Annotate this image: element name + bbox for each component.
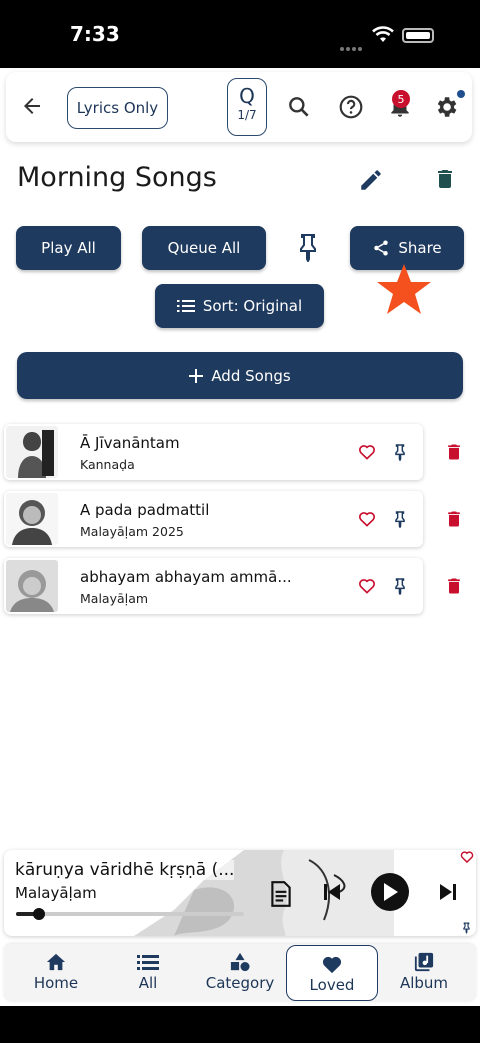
bottom-navigation: Home All Category Loved Album	[4, 944, 476, 1002]
nav-all[interactable]: All	[104, 944, 192, 1002]
page-title: Morning Songs	[17, 162, 217, 193]
heart-icon[interactable]	[358, 443, 376, 460]
notification-badge: 5	[392, 90, 410, 108]
edit-icon[interactable]	[358, 167, 384, 193]
queue-letter: Q	[239, 84, 255, 108]
heart-icon[interactable]	[358, 510, 376, 527]
song-row[interactable]: Ā Jīvanāntam Kannaḍa	[4, 424, 423, 480]
heart-icon[interactable]	[460, 850, 474, 863]
album-icon	[414, 952, 434, 972]
sort-label: Sort: Original	[202, 297, 303, 315]
category-icon	[230, 952, 250, 972]
status-time: 7:33	[70, 22, 120, 46]
song-row[interactable]: A pada padmattil Malayāḷam 2025	[4, 491, 423, 547]
help-icon[interactable]	[338, 94, 364, 120]
delete-song-icon[interactable]	[444, 575, 464, 597]
gear-icon[interactable]	[433, 94, 459, 120]
delete-song-icon[interactable]	[444, 508, 464, 530]
song-thumbnail	[6, 426, 58, 478]
pin-icon[interactable]	[462, 921, 471, 934]
song-title: Ā Jīvanāntam	[80, 434, 180, 452]
signal-icon	[340, 36, 364, 51]
previous-track-icon[interactable]	[322, 882, 342, 902]
player-subtitle: Malayāḷam	[15, 884, 97, 902]
next-track-icon[interactable]	[438, 882, 458, 902]
heart-icon[interactable]	[358, 577, 376, 594]
heart-icon	[322, 956, 342, 974]
play-icon	[384, 883, 398, 901]
star-icon	[377, 264, 431, 314]
player-title: kāruṇya vāridhē kṛṣṇā (...	[15, 860, 235, 880]
song-thumbnail	[6, 560, 58, 612]
nav-album-label: Album	[399, 974, 449, 992]
nav-album[interactable]: Album	[380, 944, 468, 1002]
delete-song-icon[interactable]	[444, 441, 464, 463]
nav-all-label: All	[138, 974, 158, 992]
nav-category[interactable]: Category	[196, 944, 284, 1002]
progress-knob[interactable]	[32, 908, 45, 920]
delete-playlist-icon[interactable]	[433, 167, 457, 191]
lyrics-icon[interactable]	[268, 880, 294, 908]
queue-all-button[interactable]: Queue All	[142, 226, 266, 270]
status-bar: 7:33	[0, 0, 480, 68]
song-thumbnail	[6, 493, 58, 545]
lyrics-only-button[interactable]: Lyrics Only	[67, 87, 168, 129]
nav-home-label: Home	[33, 974, 79, 992]
system-bottom-bar	[0, 1006, 480, 1043]
nav-loved-label: Loved	[309, 976, 355, 994]
queue-count: 1/7	[237, 108, 257, 122]
battery-icon	[402, 28, 434, 43]
pin-icon[interactable]	[393, 577, 407, 595]
back-arrow-icon[interactable]	[20, 94, 44, 118]
song-language: Malayāḷam 2025	[80, 524, 184, 539]
share-icon	[374, 240, 389, 256]
play-button[interactable]	[371, 873, 409, 911]
add-songs-label: Add Songs	[211, 366, 291, 385]
pin-icon[interactable]	[296, 232, 320, 262]
song-language: Kannaḍa	[80, 457, 135, 472]
song-title: A pada padmattil	[80, 501, 210, 519]
list-icon	[176, 300, 195, 312]
share-label: Share	[398, 239, 442, 257]
home-icon	[46, 953, 66, 971]
nav-category-label: Category	[205, 974, 275, 992]
add-songs-button[interactable]: Add Songs	[17, 352, 463, 399]
song-language: Malayāḷam	[80, 591, 149, 606]
search-icon[interactable]	[286, 94, 312, 120]
nav-home[interactable]: Home	[12, 944, 100, 1002]
list-icon	[137, 955, 159, 970]
sort-button[interactable]: Sort: Original	[155, 284, 324, 328]
pin-icon[interactable]	[393, 510, 407, 528]
song-row[interactable]: abhayam abhayam ammā... Malayāḷam	[4, 558, 423, 614]
pin-icon[interactable]	[393, 443, 407, 461]
plus-icon	[189, 368, 204, 383]
nav-loved[interactable]: Loved	[286, 945, 378, 1001]
wifi-icon	[372, 26, 394, 42]
progress-track[interactable]	[16, 912, 244, 916]
settings-dot-indicator	[457, 90, 465, 98]
queue-button[interactable]: Q 1/7	[227, 78, 267, 136]
song-title: abhayam abhayam ammā...	[80, 568, 292, 586]
play-all-button[interactable]: Play All	[16, 226, 121, 270]
mini-player[interactable]: kāruṇya vāridhē kṛṣṇā (... Malayāḷam	[4, 850, 476, 936]
